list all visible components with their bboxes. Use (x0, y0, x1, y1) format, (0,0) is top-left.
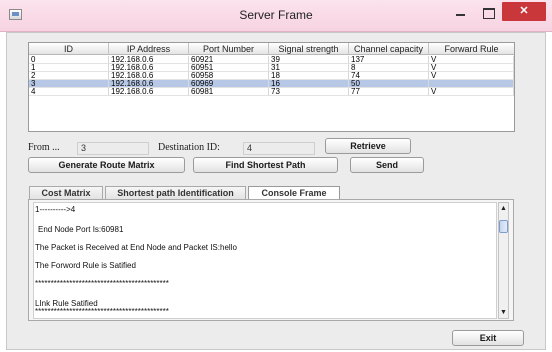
send-button[interactable]: Send (350, 157, 424, 173)
console-line: End Node Port Is:60981 (38, 225, 124, 234)
table-cell: 137 (349, 56, 429, 64)
scroll-down-icon[interactable]: ▼ (499, 308, 508, 317)
table-cell: 60921 (189, 56, 269, 64)
destination-field[interactable]: 4 (243, 142, 315, 155)
console-line: The Forword Rule is Satified (35, 261, 136, 270)
table-row[interactable]: 3 192.168.0.6 60969 16 50 (29, 80, 514, 88)
table-row[interactable]: 0 192.168.0.6 60921 39 137 V (29, 56, 514, 64)
destination-label: Destination ID: (158, 142, 220, 153)
table-cell: 60951 (189, 64, 269, 72)
tab-panel: 1---------->4 End Node Port Is:60981 The… (28, 199, 514, 321)
table-cell: 192.168.0.6 (109, 72, 189, 80)
table-cell: 192.168.0.6 (109, 56, 189, 64)
table-cell: 60969 (189, 80, 269, 88)
table-cell: 77 (349, 88, 429, 96)
from-label: From ... (28, 142, 60, 153)
table-row[interactable]: 2 192.168.0.6 60958 18 74 V (29, 72, 514, 80)
tab-cost-matrix[interactable]: Cost Matrix (29, 186, 103, 199)
table-row[interactable]: 4 192.168.0.6 60981 73 77 V (29, 88, 514, 96)
table-cell: 73 (269, 88, 349, 96)
maximize-button[interactable] (475, 4, 501, 22)
table-cell: 39 (269, 56, 349, 64)
scroll-up-icon[interactable]: ▲ (499, 204, 508, 213)
table-cell: 192.168.0.6 (109, 80, 189, 88)
column-header-id[interactable]: ID (29, 43, 109, 55)
table-cell: V (429, 88, 514, 96)
console-scrollbar[interactable]: ▲ ▼ (498, 202, 509, 319)
retrieve-button[interactable]: Retrieve (325, 138, 411, 154)
close-button[interactable]: ✕ (502, 2, 546, 21)
scroll-thumb[interactable] (499, 220, 508, 233)
console-line: The Packet is Received at End Node and P… (35, 243, 237, 252)
from-field[interactable]: 3 (77, 142, 149, 155)
table-cell: 74 (349, 72, 429, 80)
table-row[interactable]: 1 192.168.0.6 60951 31 8 V (29, 64, 514, 72)
column-header-forward-rule[interactable]: Forward Rule (429, 43, 514, 55)
table-cell: 192.168.0.6 (109, 64, 189, 72)
console-line: ****************************************… (35, 307, 169, 316)
find-shortest-path-button[interactable]: Find Shortest Path (193, 157, 338, 173)
table-cell: 18 (269, 72, 349, 80)
table-cell: 50 (349, 80, 429, 88)
table-cell: 3 (29, 80, 109, 88)
tab-console-frame[interactable]: Console Frame (248, 186, 340, 200)
close-icon: ✕ (519, 5, 529, 17)
table-cell (429, 80, 514, 88)
console-line: 1---------->4 (35, 205, 76, 214)
column-header-signal[interactable]: Signal strength (269, 43, 349, 55)
column-header-capacity[interactable]: Channel capacity (349, 43, 429, 55)
minimize-button[interactable] (448, 4, 474, 22)
table-cell: V (429, 56, 514, 64)
console-line: ****************************************… (35, 279, 169, 288)
table-cell: 8 (349, 64, 429, 72)
table-cell: V (429, 64, 514, 72)
column-header-port[interactable]: Port Number (189, 43, 269, 55)
table-cell: 192.168.0.6 (109, 88, 189, 96)
node-table[interactable]: ID IP Address Port Number Signal strengt… (28, 42, 515, 132)
console-output[interactable]: 1---------->4 End Node Port Is:60981 The… (33, 202, 497, 319)
table-cell: V (429, 72, 514, 80)
table-cell: 16 (269, 80, 349, 88)
table-cell: 2 (29, 72, 109, 80)
column-header-ip[interactable]: IP Address (109, 43, 189, 55)
table-cell: 4 (29, 88, 109, 96)
table-cell: 1 (29, 64, 109, 72)
exit-button[interactable]: Exit (452, 330, 524, 346)
table-cell: 0 (29, 56, 109, 64)
title-bar: Server Frame ✕ (0, 0, 552, 32)
table-cell: 31 (269, 64, 349, 72)
table-cell: 60981 (189, 88, 269, 96)
tab-shortest-path-identification[interactable]: Shortest path Identification (105, 186, 246, 199)
table-cell: 60958 (189, 72, 269, 80)
generate-route-matrix-button[interactable]: Generate Route Matrix (28, 157, 185, 173)
table-header: ID IP Address Port Number Signal strengt… (29, 43, 514, 55)
